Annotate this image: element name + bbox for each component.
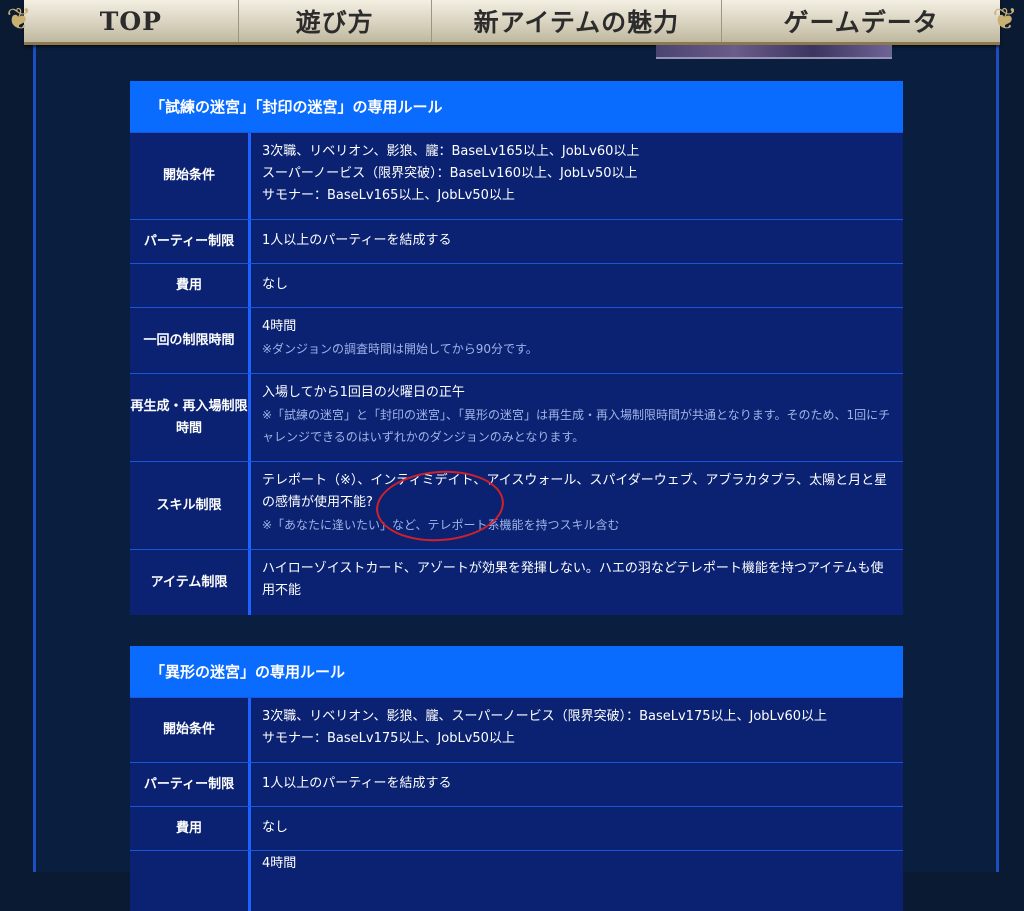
table-row: パーティー制限 1人以上のパーティーを結成する <box>130 762 903 806</box>
row-line: 3次職、リベリオン、影狼、朧：BaseLv165以上、JobLv60以上 <box>262 144 640 159</box>
ornament-right-icon: ❦ <box>992 2 1018 37</box>
row-label: 開始条件 <box>130 133 251 219</box>
nav-top-link[interactable]: TOP <box>24 0 239 42</box>
row-value: 4時間 ※ダンジョンの調査時間は開始してから90分です。 <box>251 308 903 373</box>
nav-game-data-link[interactable]: ゲームデータ <box>722 0 1000 42</box>
rules-table-2: 「異形の迷宮」の専用ルール 開始条件 3次職、リベリオン、影狼、朧、スーパーノー… <box>130 646 903 911</box>
row-value: 3次職、リベリオン、影狼、朧、スーパーノービス（限界突破）：BaseLv175以… <box>251 698 903 762</box>
row-value: 1人以上のパーティーを結成する <box>251 763 903 806</box>
table-row: 開始条件 3次職、リベリオン、影狼、朧、スーパーノービス（限界突破）：BaseL… <box>130 697 903 762</box>
row-line: 1人以上のパーティーを結成する <box>262 233 452 248</box>
section-title: 「異形の迷宮」の専用ルール <box>130 646 903 697</box>
row-label: 費用 <box>130 807 251 850</box>
nav-howto-link[interactable]: 遊び方 <box>239 0 432 42</box>
table-row: アイテム制限 ハイローゾイストカード、アゾートが効果を発揮しない。ハエの羽などテ… <box>130 549 903 615</box>
row-label <box>130 851 251 911</box>
table-row: スキル制限 テレポート（※）、インティミデイト、アイスウォール、スパイダーウェブ… <box>130 461 903 549</box>
row-value: 4時間 <box>251 851 903 911</box>
row-value: 3次職、リベリオン、影狼、朧：BaseLv165以上、JobLv60以上 スーパ… <box>251 133 903 219</box>
row-value: なし <box>251 807 903 850</box>
row-label: アイテム制限 <box>130 550 251 615</box>
ornament-left-icon: ❦ <box>6 2 32 37</box>
row-value: 1人以上のパーティーを結成する <box>251 220 903 263</box>
row-line: 3次職、リベリオン、影狼、朧、スーパーノービス（限界突破）：BaseLv175以… <box>262 709 828 724</box>
nav-new-items-link[interactable]: 新アイテムの魅力 <box>432 0 723 42</box>
row-value: テレポート（※）、インティミデイト、アイスウォール、スパイダーウェブ、アブラカタ… <box>251 462 903 549</box>
row-line: テレポート（※）、インティミデイト、アイスウォール、スパイダーウェブ、アブラカタ… <box>262 473 888 510</box>
row-label: スキル制限 <box>130 462 251 549</box>
row-line: なし <box>262 277 289 292</box>
row-line: 1人以上のパーティーを結成する <box>262 776 452 791</box>
row-label: 費用 <box>130 264 251 307</box>
row-line: スーパーノービス（限界突破）：BaseLv160以上、JobLv50以上 <box>262 166 638 181</box>
top-nav: TOP 遊び方 新アイテムの魅力 ゲームデータ <box>24 0 1000 45</box>
row-line: サモナー：BaseLv165以上、JobLv50以上 <box>262 188 515 203</box>
row-label: パーティー制限 <box>130 763 251 806</box>
table-row: 費用 なし <box>130 806 903 850</box>
table-row: 開始条件 3次職、リベリオン、影狼、朧：BaseLv165以上、JobLv60以… <box>130 132 903 219</box>
table-row: 4時間 <box>130 850 903 911</box>
table-row: パーティー制限 1人以上のパーティーを結成する <box>130 219 903 263</box>
row-line: 4時間 <box>262 319 297 334</box>
rules-table-1: 「試練の迷宮」「封印の迷宮」の専用ルール 開始条件 3次職、リベリオン、影狼、朧… <box>130 81 903 615</box>
row-note: ※ダンジョンの調査時間は開始してから90分です。 <box>262 342 538 356</box>
row-value: なし <box>251 264 903 307</box>
row-line: サモナー：BaseLv175以上、JobLv50以上 <box>262 731 515 746</box>
row-line: ハイローゾイストカード、アゾートが効果を発揮しない。ハエの羽などテレポート機能を… <box>262 561 884 598</box>
row-value: ハイローゾイストカード、アゾートが効果を発揮しない。ハエの羽などテレポート機能を… <box>251 550 903 615</box>
row-label: パーティー制限 <box>130 220 251 263</box>
section-title: 「試練の迷宮」「封印の迷宮」の専用ルール <box>130 81 903 132</box>
table-row: 一回の制限時間 4時間 ※ダンジョンの調査時間は開始してから90分です。 <box>130 307 903 373</box>
table-row: 費用 なし <box>130 263 903 307</box>
row-note: ※「試練の迷宮」と「封印の迷宮」、「異形の迷宮」は再生成・再入場制限時間が共通と… <box>262 408 891 444</box>
row-note: ※「あなたに逢いたい」など、テレポート系機能を持つスキル含む <box>262 518 620 532</box>
row-value: 入場してから1回目の火曜日の正午 ※「試練の迷宮」と「封印の迷宮」、「異形の迷宮… <box>251 374 903 461</box>
banner-image-edge <box>656 45 892 59</box>
table-row: 再生成・再入場制限時間 入場してから1回目の火曜日の正午 ※「試練の迷宮」と「封… <box>130 373 903 461</box>
row-line: なし <box>262 820 289 835</box>
row-line: 入場してから1回目の火曜日の正午 <box>262 385 465 400</box>
row-label: 一回の制限時間 <box>130 308 251 373</box>
row-label: 開始条件 <box>130 698 251 762</box>
row-label: 再生成・再入場制限時間 <box>130 374 251 461</box>
